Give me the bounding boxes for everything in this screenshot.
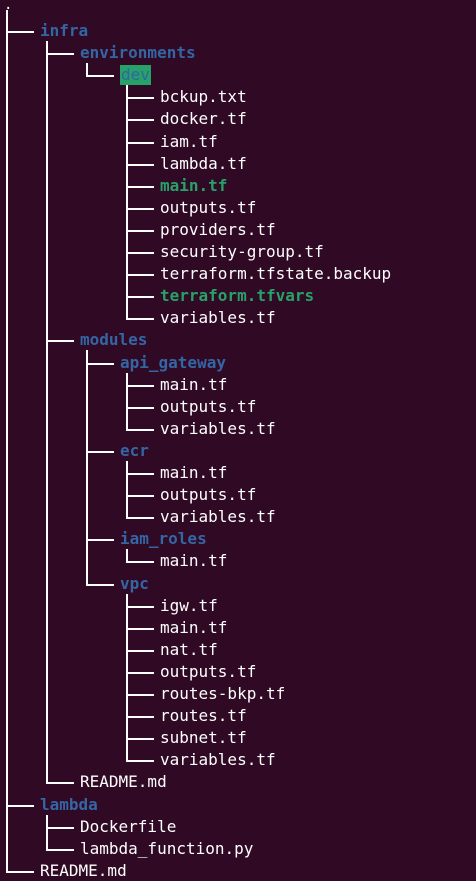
tree-connector [126, 650, 154, 652]
tree-file-name: iam.tf [160, 132, 218, 151]
tree-file-name: outputs.tf [160, 485, 257, 504]
tree-connector [126, 628, 154, 630]
tree-connector [126, 119, 154, 121]
tree-directory-name: iam_roles [120, 529, 207, 548]
tree-file-name: variables.tf [160, 419, 276, 438]
tree-file-name: outputs.tf [160, 397, 257, 416]
tree-root: . [4, 0, 13, 13]
tree-file-name: docker.tf [160, 109, 247, 128]
tree-directory-name: api_gateway [120, 353, 226, 372]
tree-connector [126, 407, 154, 409]
tree-connector [126, 274, 154, 276]
tree-file-name: providers.tf [160, 220, 276, 239]
tree-file-name: variables.tf [160, 507, 276, 526]
terminal-window[interactable]: . infra environments dev bckup.txt docker.tf… [0, 0, 476, 881]
tree-last-connector [46, 849, 74, 851]
tree-directory-name: infra [40, 21, 89, 40]
tree-connector [6, 31, 34, 33]
tree-file-name: main.tf [160, 463, 228, 482]
tree-file-name: variables.tf [160, 308, 276, 327]
tree-branch-line [126, 461, 128, 518]
tree-connector [86, 539, 114, 541]
tree-connector [126, 385, 154, 387]
tree-last-connector [126, 318, 154, 320]
tree-directory-name: ecr [120, 441, 149, 460]
tree-connector [46, 827, 74, 829]
tree-connector [6, 805, 34, 807]
tree-last-connector [126, 760, 154, 762]
tree-directory-name: vpc [120, 574, 149, 593]
tree-connector [126, 716, 154, 718]
tree-branch-line [126, 85, 128, 319]
tree-file-name: routes-bkp.tf [160, 684, 286, 703]
tree-branch-line [46, 41, 48, 783]
tree-connector [86, 363, 114, 365]
tree-connector [126, 164, 154, 166]
tree-connector [126, 672, 154, 674]
tree-last-connector [86, 584, 114, 586]
tree-connector [86, 451, 114, 453]
tree-file-name: terraform.tfstate.backup [160, 264, 392, 283]
tree-branch-line [6, 10, 8, 872]
tree-file-name: lambda_function.py [80, 839, 254, 858]
tree-file-name: variables.tf [160, 750, 276, 769]
tree-connector [126, 606, 154, 608]
tree-file-name: security-group.tf [160, 242, 324, 261]
tree-last-connector [126, 561, 154, 563]
tree-file-name: main.tf [160, 551, 228, 570]
tree-file-name: main.tf [160, 176, 228, 195]
tree-branch-line [46, 815, 48, 850]
tree-branch-line [126, 373, 128, 430]
tree-file-name: routes.tf [160, 706, 247, 725]
tree-connector [126, 473, 154, 475]
tree-file-name: main.tf [160, 618, 228, 637]
tree-connector [126, 208, 154, 210]
tree-file-name: igw.tf [160, 596, 218, 615]
tree-connector [126, 142, 154, 144]
tree-directory-name: modules [80, 330, 148, 349]
tree-file-name: lambda.tf [160, 154, 247, 173]
tree-connector [126, 230, 154, 232]
tree-connector [46, 340, 74, 342]
tree-file-name: Dockerfile [80, 817, 177, 836]
tree-connector [126, 738, 154, 740]
tree-connector [126, 186, 154, 188]
tree-last-connector [6, 871, 34, 873]
tree-file-name: subnet.tf [160, 728, 247, 747]
tree-directory-name: environments [80, 43, 196, 62]
tree-branch-line [86, 350, 88, 585]
tree-connector [126, 97, 154, 99]
tree-file-name: outputs.tf [160, 198, 257, 217]
tree-last-connector [126, 517, 154, 519]
tree-connector [126, 694, 154, 696]
tree-last-connector [46, 782, 74, 784]
tree-last-connector [86, 75, 114, 77]
tree-file-name: terraform.tfvars [160, 286, 315, 305]
tree-connector [126, 252, 154, 254]
tree-file-name: main.tf [160, 375, 228, 394]
tree-file-name: README.md [80, 772, 167, 791]
tree-directory-name: dev [120, 65, 151, 85]
tree-directory-name: lambda [40, 795, 98, 814]
tree-file-name: outputs.tf [160, 662, 257, 681]
tree-file-name: nat.tf [160, 640, 218, 659]
tree-branch-line [126, 594, 128, 761]
tree-connector [126, 495, 154, 497]
tree-file-name: README.md [40, 861, 127, 880]
tree-connector [46, 53, 74, 55]
tree-last-connector [126, 429, 154, 431]
tree-file-name: bckup.txt [160, 87, 247, 106]
tree-connector [126, 296, 154, 298]
